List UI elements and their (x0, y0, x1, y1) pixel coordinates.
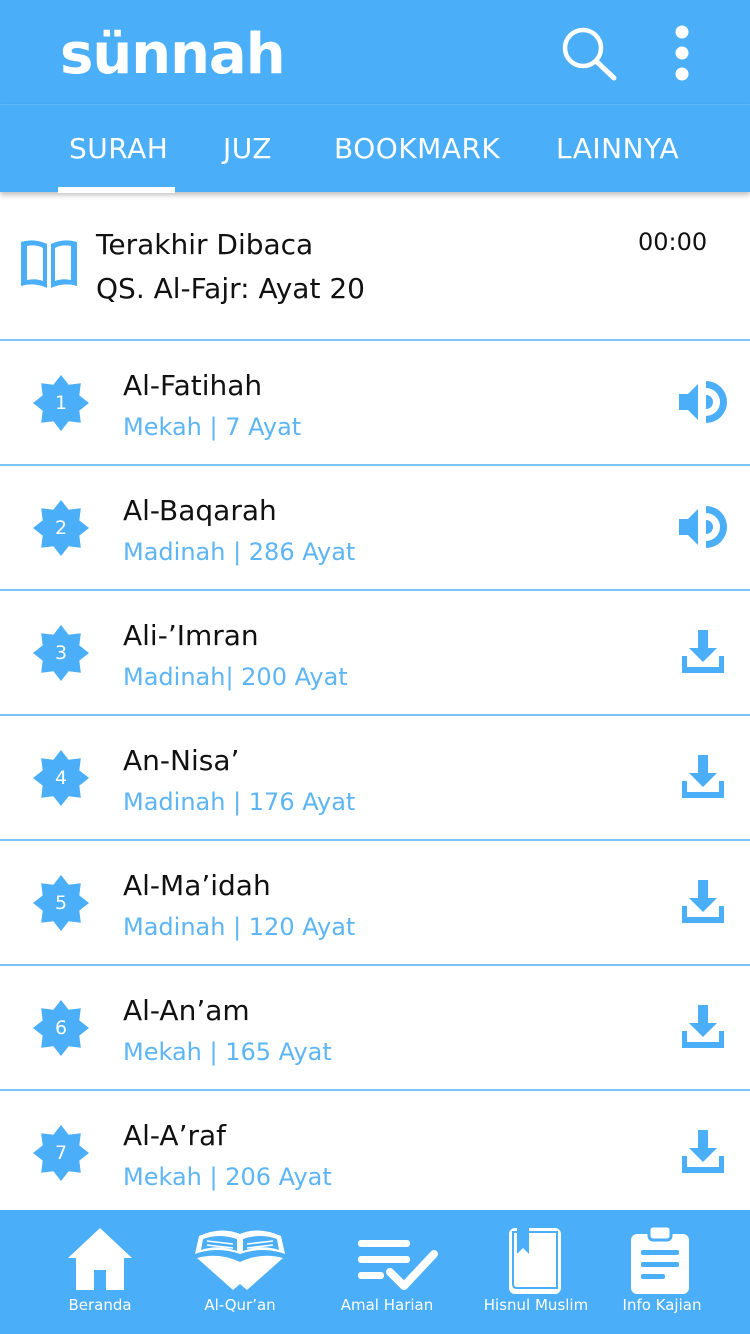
more-vertical-icon (675, 25, 689, 81)
download-icon (682, 880, 724, 923)
search-icon (562, 27, 617, 81)
surah-number: 5 (54, 892, 68, 914)
last-read-surah: QS. Al-Fajr: Ayat 20 (96, 272, 365, 305)
surah-row-al-baqarah[interactable]: 2 Al-Baqarah Madinah | 286 Ayat (0, 466, 750, 591)
surah-info: Madinah | 120 Ayat (123, 913, 356, 941)
surah-name: An-Nisa’ (123, 744, 240, 777)
audio-icon (679, 506, 727, 548)
tab-surah[interactable]: SURAH (69, 105, 168, 193)
surah-name: Al-A’raf (123, 1119, 227, 1152)
surah-row-an-nisa[interactable]: 4 An-Nisa’ Madinah | 176 Ayat (0, 716, 750, 841)
surah-info: Mekah | 206 Ayat (123, 1163, 332, 1191)
surah-name: Al-An’am (123, 994, 250, 1027)
surah-number: 4 (54, 767, 68, 789)
download-icon (682, 1005, 724, 1048)
surah-name: Al-Fatihah (123, 369, 263, 402)
surah-row-ali-imran[interactable]: 3 Ali-’Imran Madinah| 200 Ayat (0, 591, 750, 716)
nav-beranda[interactable]: Beranda (40, 1210, 160, 1334)
surah-name: Al-Baqarah (123, 494, 277, 527)
last-read-time: 00:00 (638, 228, 708, 256)
tab-juz[interactable]: JUZ (223, 105, 272, 193)
clipboard-icon (631, 1224, 689, 1294)
tab-bookmark[interactable]: BOOKMARK (334, 105, 500, 193)
surah-name: Al-Ma’idah (123, 869, 271, 902)
surah-number-badge: 7 (30, 1122, 92, 1184)
audio-icon (679, 381, 727, 423)
play-audio-button[interactable] (676, 500, 730, 554)
surah-row-al-maidah[interactable]: 5 Al-Ma’idah Madinah | 120 Ayat (0, 841, 750, 966)
surah-info: Mekah | 165 Ayat (123, 1038, 332, 1066)
download-button[interactable] (676, 1000, 730, 1054)
nav-amal-harian[interactable]: Amal Harian (327, 1210, 447, 1334)
surah-number: 7 (54, 1142, 68, 1164)
surah-info: Madinah | 176 Ayat (123, 788, 356, 816)
download-button[interactable] (676, 750, 730, 804)
search-button[interactable] (556, 22, 620, 84)
surah-number: 6 (54, 1017, 68, 1039)
nav-hisnul-muslim[interactable]: Hisnul Muslim (474, 1210, 598, 1334)
nav-label-amal-harian: Amal Harian (340, 1296, 434, 1314)
surah-number-badge: 6 (30, 997, 92, 1059)
nav-al-quran[interactable]: Al-Qur’an (180, 1210, 300, 1334)
app-logo: sünnah (60, 22, 286, 87)
last-read-card[interactable] (0, 192, 750, 341)
surah-number-badge: 4 (30, 747, 92, 809)
tab-bar: SURAH JUZ BOOKMARK LAINNYA (0, 104, 750, 193)
checklist-icon (358, 1240, 438, 1290)
bottom-navigation: Beranda Al-Qur’an Amal Harian Hisnul Mus… (0, 1210, 750, 1334)
more-options-button[interactable] (664, 22, 700, 84)
quran-icon (195, 1230, 285, 1290)
download-icon (682, 630, 724, 673)
nav-label-al-quran: Al-Qur’an (204, 1296, 276, 1314)
download-icon (682, 755, 724, 798)
active-tab-indicator (58, 187, 175, 193)
surah-number-badge: 3 (30, 622, 92, 684)
surah-row-al-anam[interactable]: 6 Al-An’am Mekah | 165 Ayat (0, 966, 750, 1091)
nav-label-beranda: Beranda (68, 1296, 132, 1314)
nav-info-kajian[interactable]: Info Kajian (604, 1210, 720, 1334)
download-button[interactable] (676, 1125, 730, 1179)
surah-info: Madinah | 286 Ayat (123, 538, 356, 566)
surah-number-badge: 2 (30, 497, 92, 559)
surah-number: 2 (54, 517, 68, 539)
book-icon (509, 1228, 561, 1294)
surah-number-badge: 5 (30, 872, 92, 934)
nav-label-info-kajian: Info Kajian (622, 1296, 702, 1314)
surah-name: Ali-’Imran (123, 619, 259, 652)
surah-number: 3 (54, 642, 68, 664)
download-icon (682, 1130, 724, 1173)
home-icon (68, 1228, 132, 1290)
last-read-title: Terakhir Dibaca (96, 228, 314, 261)
surah-info: Mekah | 7 Ayat (123, 413, 302, 441)
surah-row-al-fatihah[interactable]: 1 Al-Fatihah Mekah | 7 Ayat (0, 341, 750, 466)
download-button[interactable] (676, 875, 730, 929)
surah-number-badge: 1 (30, 372, 92, 434)
nav-label-hisnul-muslim: Hisnul Muslim (483, 1296, 589, 1314)
book-open-icon (18, 236, 80, 290)
download-button[interactable] (676, 625, 730, 679)
app-bar: sünnah (0, 0, 750, 104)
surah-info: Madinah| 200 Ayat (123, 663, 348, 691)
play-audio-button[interactable] (676, 375, 730, 429)
tab-lainnya[interactable]: LAINNYA (556, 105, 679, 193)
surah-number: 1 (54, 392, 68, 414)
surah-row-al-araf[interactable]: 7 Al-A’raf Mekah | 206 Ayat (0, 1091, 750, 1216)
